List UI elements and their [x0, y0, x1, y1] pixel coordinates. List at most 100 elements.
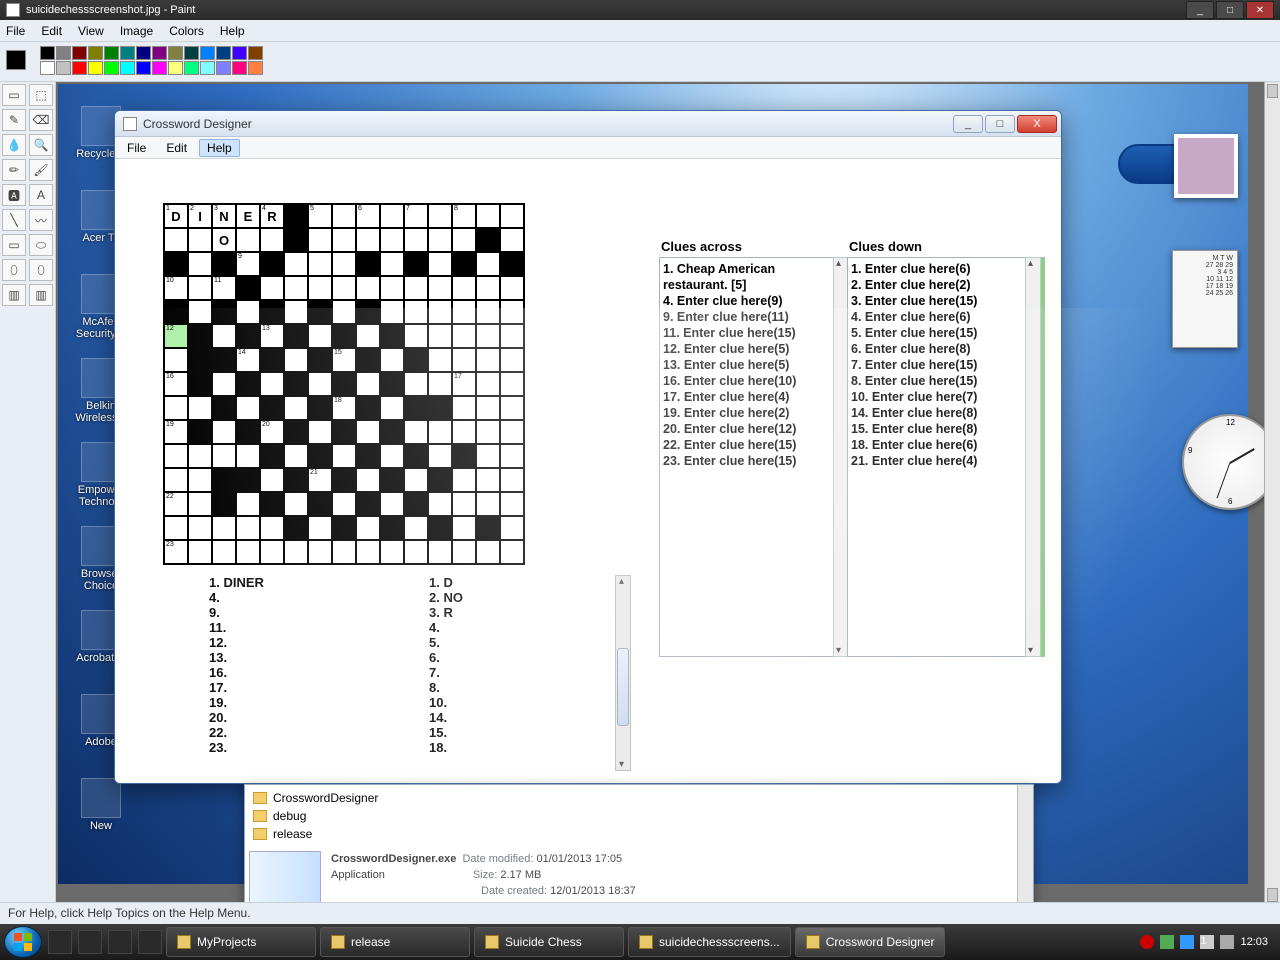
grid-cell[interactable]	[452, 324, 476, 348]
grid-cell[interactable]	[188, 228, 212, 252]
start-button[interactable]	[4, 926, 42, 958]
clue-across-item[interactable]: 22. Enter clue here(15)	[663, 437, 843, 453]
grid-cell[interactable]	[476, 420, 500, 444]
quicklaunch-icon[interactable]	[108, 930, 132, 954]
grid-cell[interactable]	[308, 324, 332, 348]
grid-cell[interactable]	[260, 228, 284, 252]
taskbar-task[interactable]: suicidechessscreens...	[628, 927, 791, 957]
grid-cell[interactable]	[188, 444, 212, 468]
paint-tool[interactable]: ╲	[2, 209, 26, 231]
grid-cell[interactable]	[404, 276, 428, 300]
palette-swatch[interactable]	[248, 61, 263, 75]
grid-cell[interactable]	[500, 348, 524, 372]
palette-swatch[interactable]	[232, 46, 247, 60]
grid-cell[interactable]: 20	[260, 420, 284, 444]
grid-cell[interactable]	[476, 348, 500, 372]
grid-cell[interactable]	[404, 516, 428, 540]
grid-cell[interactable]	[212, 540, 236, 564]
paint-menu-help[interactable]: Help	[220, 24, 245, 38]
grid-cell[interactable]	[500, 300, 524, 324]
grid-cell[interactable]	[260, 516, 284, 540]
palette-swatch[interactable]	[200, 46, 215, 60]
grid-cell[interactable]	[284, 492, 308, 516]
palette-swatch[interactable]	[184, 46, 199, 60]
taskbar-task[interactable]: Crossword Designer	[795, 927, 946, 957]
grid-cell[interactable]	[428, 228, 452, 252]
paint-tool[interactable]: ⬭	[29, 234, 53, 256]
close-button[interactable]: ✕	[1246, 1, 1274, 19]
palette-swatch[interactable]	[216, 61, 231, 75]
grid-cell[interactable]	[260, 372, 284, 396]
palette-swatch[interactable]	[72, 61, 87, 75]
grid-cell[interactable]	[476, 492, 500, 516]
palette-swatch[interactable]	[200, 61, 215, 75]
clue-across-item[interactable]: 16. Enter clue here(10)	[663, 373, 843, 389]
clue-across-item[interactable]: 1. Cheap American restaurant. [5]	[663, 261, 843, 293]
palette-swatch[interactable]	[216, 46, 231, 60]
grid-cell[interactable]	[356, 420, 380, 444]
folder-item[interactable]: release	[249, 825, 389, 843]
grid-cell[interactable]	[452, 300, 476, 324]
grid-cell[interactable]	[236, 516, 260, 540]
tray-icon[interactable]	[1160, 935, 1174, 949]
palette-swatch[interactable]	[120, 61, 135, 75]
paint-tool[interactable]: ⬯	[2, 259, 26, 281]
minimize-button[interactable]: _	[1186, 1, 1214, 19]
grid-cell[interactable]	[212, 516, 236, 540]
maximize-button[interactable]: □	[1216, 1, 1244, 19]
grid-cell[interactable]: 16	[164, 372, 188, 396]
palette-swatch[interactable]	[152, 46, 167, 60]
grid-cell[interactable]: 2I	[188, 204, 212, 228]
clue-across-item[interactable]: 20. Enter clue here(12)	[663, 421, 843, 437]
paint-menu-file[interactable]: File	[6, 24, 25, 38]
grid-cell[interactable]: 21	[308, 468, 332, 492]
clue-down-item[interactable]: 4. Enter clue here(6)	[851, 309, 1031, 325]
grid-cell[interactable]	[236, 396, 260, 420]
palette-swatch[interactable]	[104, 46, 119, 60]
volume-icon[interactable]	[1220, 935, 1234, 949]
grid-cell[interactable]	[332, 228, 356, 252]
grid-cell[interactable]	[476, 540, 500, 564]
grid-cell[interactable]	[308, 228, 332, 252]
grid-cell[interactable]: 1D	[164, 204, 188, 228]
grid-cell[interactable]	[404, 540, 428, 564]
grid-cell[interactable]	[284, 300, 308, 324]
grid-cell[interactable]	[188, 516, 212, 540]
grid-cell[interactable]: 15	[332, 348, 356, 372]
grid-cell[interactable]	[476, 396, 500, 420]
grid-cell[interactable]	[380, 492, 404, 516]
grid-cell[interactable]	[212, 420, 236, 444]
grid-cell[interactable]	[308, 516, 332, 540]
grid-cell[interactable]: 23	[164, 540, 188, 564]
palette-swatch[interactable]	[72, 46, 87, 60]
clue-down-item[interactable]: 14. Enter clue here(8)	[851, 405, 1031, 421]
grid-cell[interactable]	[476, 276, 500, 300]
clue-across-item[interactable]: 11. Enter clue here(15)	[663, 325, 843, 341]
grid-cell[interactable]: 22	[164, 492, 188, 516]
paint-tool[interactable]: ▭	[2, 84, 26, 106]
grid-cell[interactable]	[500, 372, 524, 396]
grid-cell[interactable]	[476, 204, 500, 228]
grid-cell[interactable]	[356, 468, 380, 492]
grid-cell[interactable]: 10	[164, 276, 188, 300]
grid-cell[interactable]	[188, 300, 212, 324]
grid-cell[interactable]	[356, 372, 380, 396]
clue-down-item[interactable]: 1. Enter clue here(6)	[851, 261, 1031, 277]
palette-swatch[interactable]	[88, 61, 103, 75]
quicklaunch-icon[interactable]	[78, 930, 102, 954]
grid-cell[interactable]	[332, 540, 356, 564]
grid-cell[interactable]: 12	[164, 324, 188, 348]
quicklaunch-icon[interactable]	[138, 930, 162, 954]
clues-across-panel[interactable]: 1. Cheap American restaurant. [5]4. Ente…	[659, 257, 847, 657]
grid-cell[interactable]	[380, 300, 404, 324]
grid-cell[interactable]	[500, 468, 524, 492]
grid-cell[interactable]	[308, 540, 332, 564]
paint-tool[interactable]: 〰	[29, 209, 53, 231]
grid-cell[interactable]	[380, 444, 404, 468]
grid-cell[interactable]	[164, 396, 188, 420]
grid-cell[interactable]	[236, 228, 260, 252]
paint-tool[interactable]: ⌫	[29, 109, 53, 131]
clue-down-item[interactable]: 2. Enter clue here(2)	[851, 277, 1031, 293]
palette-swatch[interactable]	[40, 46, 55, 60]
paint-tool[interactable]: ▥	[2, 284, 26, 306]
